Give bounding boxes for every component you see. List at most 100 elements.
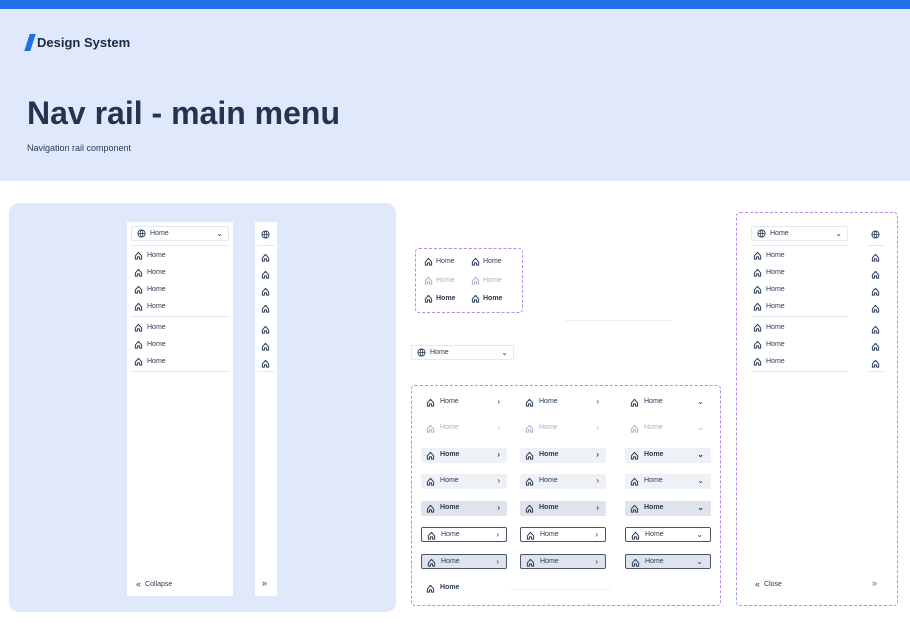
home-icon[interactable]	[261, 266, 270, 279]
page-title: Nav rail - main menu	[27, 95, 340, 131]
menu-item-variant[interactable]: Home ›	[520, 501, 606, 516]
divider	[868, 245, 884, 246]
home-icon[interactable]	[871, 355, 880, 368]
workspace-select[interactable]: Home ⌄	[131, 226, 229, 241]
menu-item-variant[interactable]: Home ›	[421, 448, 507, 463]
home-icon[interactable]	[871, 321, 880, 334]
home-icon[interactable]	[871, 266, 880, 279]
home-icon	[426, 504, 435, 513]
double-chevron-right-icon[interactable]: »	[872, 578, 877, 588]
menu-item-variant[interactable]: Home ›	[520, 474, 606, 489]
chevron-right-icon: ›	[595, 557, 598, 566]
home-icon[interactable]	[261, 300, 270, 313]
collapse-button[interactable]: « Collapse	[136, 578, 172, 590]
nav-item[interactable]: Home	[753, 338, 785, 350]
menu-item-variant[interactable]: Home ⌄	[625, 554, 711, 569]
home-icon	[424, 257, 433, 266]
home-icon	[427, 531, 436, 540]
menu-item-variant[interactable]: Home ›	[520, 421, 606, 436]
nav-item[interactable]: Home	[134, 338, 166, 350]
nav-item-state[interactable]: Home	[471, 294, 502, 303]
menu-item-variant[interactable]: Home ⌄	[625, 395, 711, 410]
menu-item-label: Home	[539, 477, 558, 484]
nav-item[interactable]: Home	[134, 355, 166, 367]
menu-item-label: Home	[644, 451, 664, 458]
menu-item-label: Home	[539, 504, 559, 511]
nav-item[interactable]: Home	[753, 300, 785, 312]
home-icon[interactable]	[261, 321, 270, 334]
menu-item-label: Home	[645, 531, 664, 538]
home-icon[interactable]	[871, 283, 880, 296]
menu-item-variant[interactable]: Home ›	[520, 395, 606, 410]
home-icon[interactable]	[871, 300, 880, 313]
divider	[751, 245, 848, 246]
close-button[interactable]: « Close	[755, 578, 782, 590]
home-icon	[426, 584, 435, 593]
menu-item-variant[interactable]: Home ›	[520, 554, 606, 569]
menu-item-variant[interactable]: Home	[421, 581, 507, 596]
home-icon	[426, 398, 435, 407]
nav-item-label: Home	[147, 302, 166, 310]
dropdown-select[interactable]: Home ⌄	[411, 345, 514, 360]
workspace-select[interactable]: Home ⌄	[751, 226, 848, 241]
nav-item[interactable]: Home	[134, 249, 166, 261]
chevron-down-icon: ⌄	[697, 450, 704, 459]
nav-item-state[interactable]: Home	[471, 257, 502, 266]
home-icon	[134, 285, 143, 294]
nav-item[interactable]: Home	[753, 249, 785, 261]
home-icon	[631, 558, 640, 567]
menu-item-variant[interactable]: Home ›	[421, 421, 507, 436]
menu-item-variant[interactable]: Home ›	[421, 527, 507, 542]
divider	[510, 589, 611, 590]
nav-item[interactable]: Home	[134, 300, 166, 312]
page-subtitle: Navigation rail component	[27, 143, 132, 153]
nav-item[interactable]: Home	[134, 283, 166, 295]
home-icon	[525, 398, 534, 407]
nav-item-state[interactable]: Home	[424, 257, 455, 266]
menu-item-variant[interactable]: Home ⌄	[625, 527, 711, 542]
menu-item-variant[interactable]: Home ›	[421, 501, 507, 516]
nav-item[interactable]: Home	[753, 355, 785, 367]
nav-item[interactable]: Home	[134, 266, 166, 278]
menu-item-label: Home	[539, 398, 558, 405]
nav-item-state[interactable]: Home	[424, 294, 455, 303]
menu-item-variant[interactable]: Home ⌄	[625, 474, 711, 489]
nav-item[interactable]: Home	[753, 321, 785, 333]
nav-rail-expanded: Home ⌄ Home Home Home Home Home Home Home « C…	[127, 222, 233, 596]
globe-icon[interactable]	[261, 230, 270, 239]
chevron-right-icon: ›	[497, 450, 500, 459]
home-icon[interactable]	[261, 249, 270, 262]
home-icon	[525, 451, 534, 460]
nav-item[interactable]: Home	[134, 321, 166, 333]
close-label: Close	[764, 580, 782, 588]
menu-item-label: Home	[644, 398, 663, 405]
nav-item-state[interactable]: Home	[471, 276, 502, 285]
menu-item-variant[interactable]: Home ›	[421, 395, 507, 410]
home-icon[interactable]	[261, 283, 270, 296]
globe-icon	[137, 229, 146, 238]
nav-item-label: Home	[436, 258, 455, 265]
nav-item[interactable]: Home	[753, 283, 785, 295]
menu-item-label: Home	[645, 558, 664, 565]
nav-item[interactable]: Home	[753, 266, 785, 278]
nav-item-state[interactable]: Home	[424, 276, 455, 285]
nav-item-label: Home	[147, 285, 166, 293]
menu-item-variant[interactable]: Home ›	[520, 448, 606, 463]
globe-icon[interactable]	[871, 230, 880, 239]
menu-item-variant[interactable]: Home ›	[421, 474, 507, 489]
home-icon[interactable]	[871, 338, 880, 351]
home-icon	[426, 424, 435, 433]
menu-item-variant[interactable]: Home ›	[520, 527, 606, 542]
dropdown-label: Home	[430, 349, 449, 356]
double-chevron-right-icon[interactable]: »	[262, 578, 267, 588]
menu-item-variant[interactable]: Home ⌄	[625, 501, 711, 516]
nav-item-label: Home	[483, 277, 502, 284]
nav-rail-collapsed-right: »	[866, 222, 886, 596]
menu-item-variant[interactable]: Home ›	[421, 554, 507, 569]
chevron-down-icon: ⌄	[697, 476, 704, 485]
home-icon[interactable]	[261, 338, 270, 351]
home-icon[interactable]	[261, 355, 270, 368]
menu-item-variant[interactable]: Home ⌄	[625, 421, 711, 436]
menu-item-variant[interactable]: Home ⌄	[625, 448, 711, 463]
home-icon[interactable]	[871, 249, 880, 262]
